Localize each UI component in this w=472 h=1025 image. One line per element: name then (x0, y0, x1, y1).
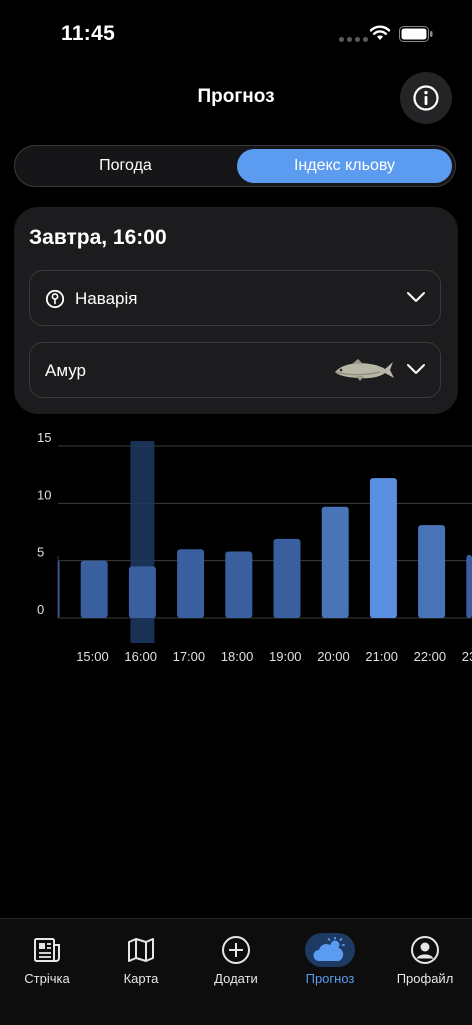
x-tick-label: 17:00 (173, 649, 206, 664)
battery-icon (399, 26, 433, 42)
info-icon (413, 85, 439, 111)
active-tab-indicator (305, 933, 355, 967)
location-value: Наварія (75, 289, 138, 308)
x-tick-label: 22:00 (414, 649, 447, 664)
tab-bar: Стрічка Карта Додати Прогноз Профайл (0, 918, 472, 1025)
tab-label: Карта (123, 971, 159, 986)
forecast-card: Завтра, 16:00 Наварія Амур (14, 207, 458, 414)
location-select[interactable]: Наварія (29, 270, 441, 326)
y-tick-label: 0 (37, 602, 44, 617)
tab-profile[interactable]: Профайл (378, 919, 472, 999)
status-time: 11:45 (61, 22, 116, 45)
forecast-datetime-title: Завтра, 16:00 (29, 226, 167, 249)
info-button[interactable] (400, 72, 452, 124)
y-tick-label: 5 (37, 545, 44, 560)
tab-label: Додати (214, 971, 258, 986)
chevron-down-icon (407, 364, 425, 374)
chart-bar (369, 478, 397, 618)
chart-bar (128, 566, 156, 618)
x-tick-label: 15:00 (76, 649, 109, 664)
fish-value: Амур (45, 361, 86, 380)
fish-select[interactable]: Амур (29, 342, 441, 398)
y-tick-label: 10 (37, 487, 51, 502)
tab-label: Стрічка (24, 971, 70, 986)
x-tick-label: 23: (462, 649, 472, 664)
chart-bar (177, 549, 205, 618)
x-tick-label: 21:00 (365, 649, 398, 664)
bite-index-chart[interactable]: 0 5 10 15 15:00 16:00 17:00 18:00 19:00 20:00 21:0… (0, 430, 472, 670)
forecast-mode-segmented-control: Погода Індекс кльову (14, 145, 456, 187)
weather-icon (313, 937, 345, 961)
x-tick-label: 16:00 (124, 649, 157, 664)
chart-bar (466, 554, 472, 618)
y-tick-label: 15 (37, 430, 51, 445)
chevron-down-icon (407, 292, 425, 302)
tab-label: Профайл (396, 971, 454, 986)
chart-bar (58, 560, 60, 618)
status-bar: 11:45 (0, 0, 472, 70)
map-icon (128, 938, 154, 962)
wifi-icon (369, 25, 391, 40)
x-tick-label: 18:00 (221, 649, 254, 664)
chart-bar (321, 506, 349, 618)
x-tick-label: 20:00 (317, 649, 350, 664)
chart-bar (225, 551, 253, 618)
profile-icon (411, 936, 439, 964)
chart-bar (273, 538, 301, 618)
plus-circle-icon (222, 936, 250, 964)
pin-icon (45, 289, 65, 309)
tab-add[interactable]: Додати (189, 919, 283, 999)
chart-bar (418, 525, 446, 618)
newspaper-icon (34, 938, 60, 962)
tab-label: Прогноз (305, 971, 355, 986)
chart-bar (80, 560, 108, 618)
cellular-signal-icon (339, 37, 368, 42)
tab-forecast[interactable]: Прогноз (283, 919, 377, 999)
tab-weather[interactable]: Погода (18, 149, 233, 183)
fish-icon (335, 359, 394, 381)
tab-bite-index[interactable]: Індекс кльову (237, 149, 452, 183)
x-tick-label: 19:00 (269, 649, 302, 664)
tab-map[interactable]: Карта (94, 919, 188, 999)
tab-feed[interactable]: Стрічка (0, 919, 94, 999)
